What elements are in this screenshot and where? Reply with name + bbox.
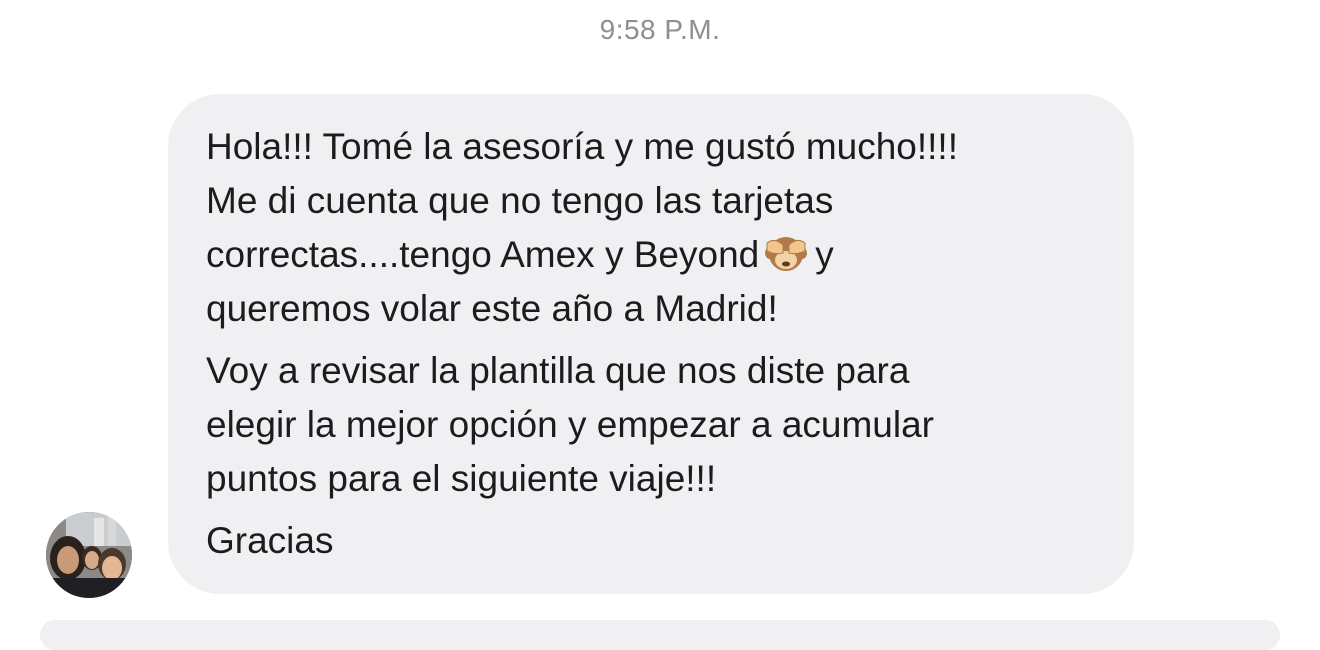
message-text: correctas....tengo Amex y Beyond bbox=[206, 234, 760, 275]
message-line: Me di cuenta que no tengo las tarjetas bbox=[206, 180, 834, 221]
message-line: Gracias bbox=[206, 520, 334, 561]
message-line: Hola!!! Tomé la asesoría y me gustó much… bbox=[206, 126, 958, 167]
message-timestamp: 9:58 P.M. bbox=[599, 14, 721, 45]
message-line: elegir la mejor opción y empezar a acumu… bbox=[206, 404, 935, 445]
message-line: queremos volar este año a Madrid! bbox=[206, 288, 778, 329]
message-line: correctas....tengo Amex y Beyond y bbox=[206, 228, 1096, 282]
sender-avatar[interactable] bbox=[46, 512, 132, 598]
message-line: Voy a revisar la plantilla que nos diste… bbox=[206, 350, 910, 391]
message-composer[interactable] bbox=[40, 620, 1280, 650]
see-no-evil-monkey-icon bbox=[765, 237, 808, 271]
profile-photo bbox=[46, 512, 132, 598]
message-text: y bbox=[815, 234, 834, 275]
message-line: puntos para el siguiente viaje!!! bbox=[206, 458, 717, 499]
received-message-bubble[interactable]: Hola!!! Tomé la asesoría y me gustó much… bbox=[168, 94, 1134, 594]
